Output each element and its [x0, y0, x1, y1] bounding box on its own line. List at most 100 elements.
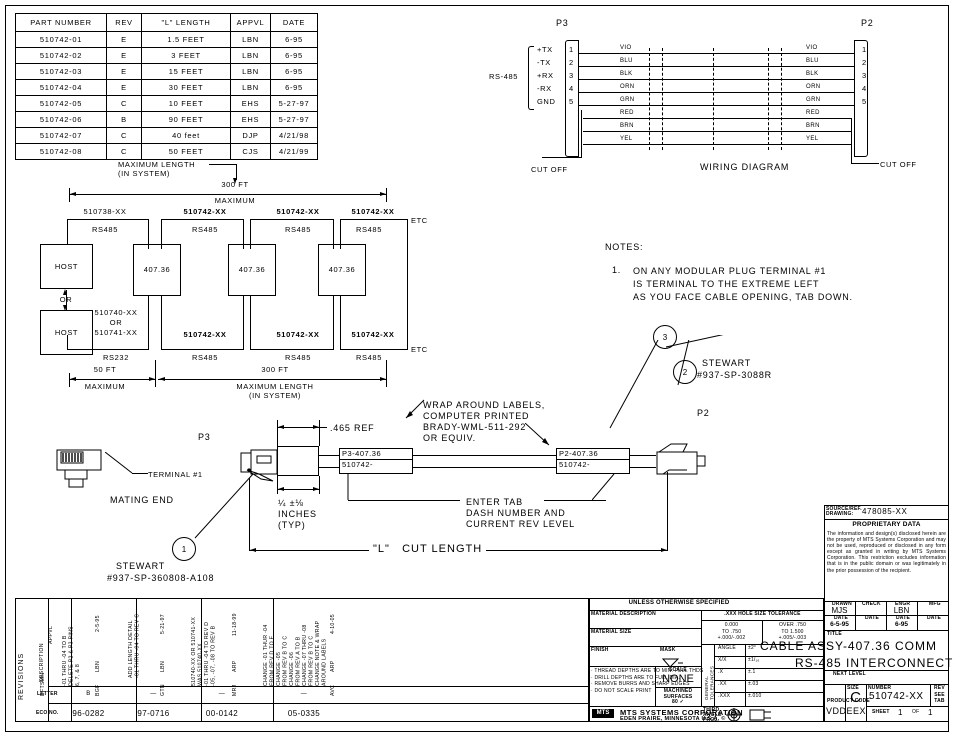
cell-part-number: 510742-07 — [15, 127, 107, 144]
revision-4-appvl: ARP — [330, 660, 336, 672]
revision-2-appvl: LBN — [160, 661, 166, 672]
wire-line-5 — [579, 105, 854, 106]
block-bot-left-tick-r — [155, 360, 156, 387]
wire-color-left-brn: BRN — [620, 123, 634, 129]
finish-label: FINISH — [591, 647, 609, 653]
wire-color-right-red: RED — [806, 110, 820, 116]
revision-3-date: 11-18-99 — [232, 613, 238, 636]
cell-part-number: 510742-03 — [15, 63, 107, 80]
wire-color-right-orn: ORN — [806, 84, 821, 90]
cell-length: 3 FEET — [141, 47, 231, 64]
cell-appvl: EHS — [230, 95, 271, 112]
block-top-cable-1-proto: RS485 — [92, 225, 118, 234]
wire-color-left-red: RED — [620, 110, 634, 116]
revision-4-eco: 05-0335 — [287, 709, 321, 718]
material-description-label: MATERIAL DESCRIPTION — [591, 611, 656, 617]
revision-3-appvl: ARP — [232, 660, 238, 672]
wire-line-2 — [579, 66, 854, 67]
mfg-date-label: DATE — [927, 615, 942, 621]
title-label: TITLE — [827, 631, 842, 637]
dim-quarter-tick-r — [319, 476, 320, 494]
assembly-p2-label: P2 — [697, 408, 710, 418]
block-top-note: MAXIMUM LENGTH (IN SYSTEM) — [118, 160, 196, 179]
wire-line-yel — [583, 144, 851, 145]
cutoff-right-label: CUT OFF — [880, 160, 917, 169]
check-label: CHECK — [862, 601, 881, 607]
table-row: 510742-04 E 30 FEET LBN 6-95 — [15, 79, 318, 96]
block-bot-cable-2-part: 510742-XX — [183, 330, 227, 339]
wire-color-left-grn: GRN — [620, 97, 635, 103]
number-value: 510742-XX — [869, 691, 924, 702]
proprietary-text: The information and design(s) disclosed … — [827, 531, 946, 574]
proprietary-heading: PROPRIETARY DATA — [852, 521, 921, 528]
block-bot-cable-3-part: 510742-XX — [276, 330, 320, 339]
dim-465-arrow-r — [313, 425, 319, 429]
p3-pin-4: 4 — [569, 84, 574, 93]
revision-3-eco: 00-0142 — [205, 709, 239, 718]
gt-row-1-value: ±1/₁₆ — [748, 657, 760, 663]
signal-label-prx: +RX — [537, 71, 554, 80]
source-ref-value: 478085-XX — [862, 507, 908, 516]
cell-appvl: LBN — [230, 63, 271, 80]
signal-label-ptx: +TX — [537, 45, 553, 54]
p3-pin-3: 3 — [569, 71, 574, 80]
wrap-note-leader-right — [525, 423, 550, 446]
p3-pin-1: 1 — [569, 45, 574, 54]
table-row: 510742-01 E 1.5 FEET LBN 6-95 — [15, 31, 318, 48]
block-top-dim-arrow-r — [380, 192, 386, 196]
check-date-label: DATE — [865, 615, 880, 621]
block-bot-right-dim: 300 FT — [261, 365, 289, 374]
cut-length-arrow-l — [250, 548, 256, 552]
cell-appvl: CJS — [230, 143, 271, 160]
block-etc-top: ETC — [411, 216, 428, 225]
third-angle-projection-icon — [726, 708, 776, 727]
block-bot-left-dim-line — [69, 379, 155, 380]
engr-date-value: 6-95 — [894, 621, 908, 628]
block-bot-cable-1-proto: RS232 — [103, 353, 129, 362]
block-top-dim-tick-r — [386, 188, 387, 202]
gt-row-1-label: X/X — [718, 657, 727, 663]
hole-tolerance-left: 0.000 TO .750 +.000/-.002 — [717, 622, 746, 641]
cable-break-center — [713, 48, 714, 150]
cell-rev: C — [106, 95, 142, 112]
cable-top-edge-mid — [413, 455, 556, 456]
cutoff-left-leader — [542, 157, 582, 158]
cell-rev: C — [106, 143, 142, 160]
revision-2-date: 5-21-97 — [160, 614, 166, 634]
gt-row-0-value: ±2° — [748, 645, 757, 651]
stewart-1-part-number: #937-SP-360808-A108 — [107, 573, 215, 583]
sheet-label: SHEET — [872, 709, 890, 715]
enter-tab-leader-left — [348, 500, 460, 501]
cell-part-number: 510742-06 — [15, 111, 107, 128]
revision-2-description: ADD LENGTH DETAIL -01 THRU -04 TO REV C — [128, 613, 141, 678]
wire-color-left-vio: VIO — [620, 45, 632, 51]
parts-table: PART NUMBER REV "L" LENGTH APPVL DATE 51… — [15, 13, 318, 160]
block-bot-right-tick-r — [386, 360, 387, 387]
cell-length: 1.5 FEET — [141, 31, 231, 48]
cell-rev: E — [106, 31, 142, 48]
gt-row-4-value: ±.010 — [748, 693, 762, 699]
dim-465-arrow-l — [278, 425, 284, 429]
block-cable-top-4 — [340, 219, 408, 220]
cell-date: 5-27-97 — [270, 95, 318, 112]
block-cable-top-3 — [250, 219, 334, 220]
block-bot-left-label: MAXIMUM — [84, 382, 126, 391]
p2-pin-3: 3 — [862, 71, 867, 80]
cell-length: 15 FEET — [141, 63, 231, 80]
rs485-bus-label: RS-485 — [489, 72, 519, 81]
cutoff-left-vert — [581, 110, 582, 157]
revision-4-date: 4-10-05 — [330, 614, 336, 634]
gt-row-2-label: .X — [718, 669, 724, 675]
block-bot-left-arrow-r — [149, 377, 155, 381]
host-or-arrow-down — [63, 305, 67, 311]
cell-rev: E — [106, 79, 142, 96]
cell-date: 6-95 — [270, 47, 318, 64]
block-etc-bottom: ETC — [411, 345, 428, 354]
block-cable-bot-2 — [161, 349, 244, 350]
p3-pin-5: 5 — [569, 97, 574, 106]
revisions-letter-label: LETTER — [37, 691, 58, 697]
cell-date: 6-95 — [270, 63, 318, 80]
cell-date: 5-27-97 — [270, 111, 318, 128]
wire-color-left-blk: BLK — [620, 71, 633, 77]
p2-plug-icon — [653, 443, 711, 484]
